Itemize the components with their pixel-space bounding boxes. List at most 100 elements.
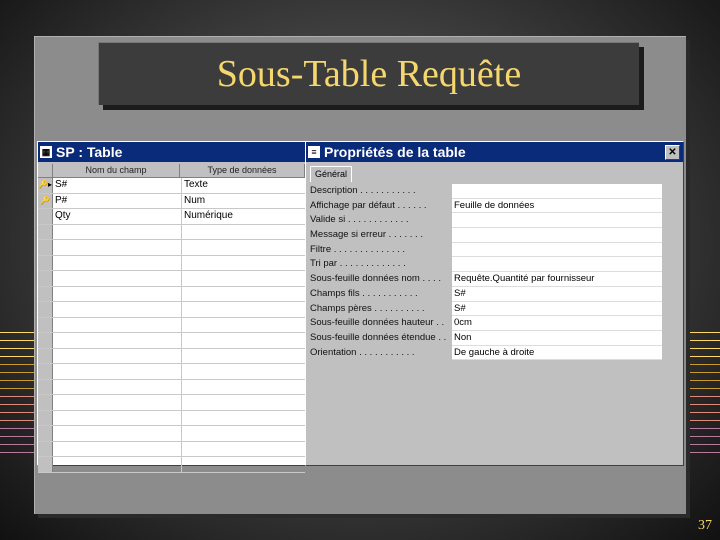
table-row[interactable] bbox=[38, 317, 305, 333]
field-name-cell[interactable] bbox=[53, 317, 182, 332]
row-selector[interactable] bbox=[38, 240, 53, 255]
table-row[interactable] bbox=[38, 271, 305, 287]
data-type-cell[interactable]: Num bbox=[182, 194, 305, 209]
table-row[interactable] bbox=[38, 348, 305, 364]
tab-general[interactable]: Général bbox=[310, 166, 352, 182]
field-name-cell[interactable]: Qty bbox=[53, 209, 182, 224]
row-selector[interactable] bbox=[38, 333, 53, 348]
data-type-cell[interactable] bbox=[182, 426, 305, 441]
data-type-cell[interactable] bbox=[182, 318, 305, 333]
row-selector[interactable] bbox=[38, 457, 53, 472]
table-row[interactable] bbox=[38, 286, 305, 302]
row-selector[interactable] bbox=[38, 255, 53, 270]
table-row[interactable] bbox=[38, 333, 305, 349]
property-value-field[interactable] bbox=[452, 257, 662, 273]
data-type-cell[interactable] bbox=[182, 287, 305, 302]
row-selector[interactable] bbox=[38, 271, 53, 286]
field-name-cell[interactable] bbox=[53, 410, 182, 425]
property-row: Affichage par défaut . . . . . . Feuille … bbox=[310, 198, 662, 214]
data-type-cell[interactable] bbox=[182, 395, 305, 410]
property-value-field[interactable]: Feuille de données bbox=[452, 198, 662, 214]
row-selector[interactable] bbox=[38, 209, 53, 224]
table-row[interactable] bbox=[38, 457, 305, 473]
table-row[interactable] bbox=[38, 255, 305, 271]
row-selector[interactable] bbox=[38, 302, 53, 317]
row-selector[interactable] bbox=[38, 224, 53, 239]
data-type-cell[interactable] bbox=[182, 271, 305, 286]
table-row[interactable] bbox=[38, 410, 305, 426]
property-value-field[interactable]: Non bbox=[452, 330, 662, 346]
field-name-cell[interactable] bbox=[53, 364, 182, 379]
property-value-field[interactable] bbox=[452, 228, 662, 243]
property-value-field[interactable]: Requête.Quantité par fournisseur bbox=[452, 272, 662, 287]
property-label: Filtre . . . . . . . . . . . . . . bbox=[310, 243, 406, 255]
row-selector[interactable] bbox=[38, 410, 53, 425]
field-name-cell[interactable] bbox=[53, 395, 182, 410]
field-name-cell[interactable] bbox=[53, 457, 182, 472]
close-button[interactable]: ✕ bbox=[665, 144, 680, 160]
property-value-field[interactable] bbox=[452, 213, 662, 229]
table-row[interactable] bbox=[38, 240, 305, 256]
property-value-field[interactable]: S# bbox=[452, 286, 662, 302]
data-type-cell[interactable] bbox=[182, 380, 305, 395]
data-type-cell[interactable] bbox=[182, 364, 305, 379]
row-selector[interactable] bbox=[38, 441, 53, 456]
property-label: Sous-feuille données hauteur . . bbox=[310, 317, 445, 329]
property-value-field[interactable]: 0cm bbox=[452, 316, 662, 331]
data-type-cell[interactable]: Texte bbox=[182, 178, 305, 193]
row-selector[interactable] bbox=[38, 426, 53, 441]
decorative-line bbox=[0, 444, 36, 445]
table-row[interactable] bbox=[38, 441, 305, 457]
decorative-line bbox=[0, 396, 36, 397]
property-value-field[interactable] bbox=[452, 184, 662, 199]
field-name-cell[interactable] bbox=[53, 426, 182, 441]
data-type-cell[interactable] bbox=[182, 411, 305, 426]
field-name-cell[interactable] bbox=[53, 379, 182, 394]
table-row[interactable] bbox=[38, 364, 305, 380]
field-name-cell[interactable] bbox=[53, 441, 182, 456]
row-selector[interactable] bbox=[38, 379, 53, 394]
decorative-line bbox=[0, 364, 36, 365]
table-row[interactable] bbox=[38, 379, 305, 395]
field-name-cell[interactable]: P# bbox=[53, 193, 182, 208]
data-type-cell[interactable] bbox=[182, 302, 305, 317]
field-name-cell[interactable] bbox=[53, 271, 182, 286]
field-name-cell[interactable] bbox=[53, 348, 182, 363]
field-name-cell[interactable] bbox=[53, 255, 182, 270]
data-type-cell[interactable] bbox=[182, 256, 305, 271]
properties-icon: ≡ bbox=[308, 146, 320, 158]
field-name-cell[interactable] bbox=[53, 333, 182, 348]
data-type-cell[interactable] bbox=[182, 240, 305, 255]
row-selector[interactable] bbox=[38, 286, 53, 301]
field-name-cell[interactable] bbox=[53, 302, 182, 317]
field-name-cell[interactable]: S# bbox=[53, 178, 182, 193]
data-type-cell[interactable] bbox=[182, 442, 305, 457]
property-value-field[interactable]: S# bbox=[452, 301, 662, 317]
row-selector[interactable]: 🔑 bbox=[38, 193, 53, 208]
field-name-cell[interactable] bbox=[53, 240, 182, 255]
row-selector[interactable]: 🔑▸ bbox=[38, 178, 53, 193]
property-value-field[interactable]: De gauche à droite bbox=[452, 345, 662, 361]
data-type-cell[interactable] bbox=[182, 333, 305, 348]
data-type-cell[interactable] bbox=[182, 349, 305, 364]
property-row: Message si erreur . . . . . . . bbox=[310, 228, 662, 243]
data-type-cell[interactable] bbox=[182, 457, 305, 472]
table-row[interactable]: Qty Numérique bbox=[38, 209, 305, 225]
table-row[interactable]: 🔑▸ S# Texte bbox=[38, 178, 305, 194]
row-selector[interactable] bbox=[38, 317, 53, 332]
field-name-cell[interactable] bbox=[53, 224, 182, 239]
row-selector[interactable] bbox=[38, 395, 53, 410]
table-row[interactable] bbox=[38, 224, 305, 240]
row-selector[interactable] bbox=[38, 364, 53, 379]
table-row[interactable]: 🔑 P# Num bbox=[38, 193, 305, 209]
table-row[interactable] bbox=[38, 426, 305, 442]
property-value-field[interactable] bbox=[452, 242, 662, 258]
data-type-cell[interactable]: Numérique bbox=[182, 209, 305, 224]
table-row[interactable] bbox=[38, 302, 305, 318]
slide-title: Sous-Table Requête bbox=[216, 53, 522, 95]
table-row[interactable] bbox=[38, 395, 305, 411]
decorative-line bbox=[0, 404, 36, 405]
field-name-cell[interactable] bbox=[53, 286, 182, 301]
row-selector[interactable] bbox=[38, 348, 53, 363]
data-type-cell[interactable] bbox=[182, 225, 305, 240]
